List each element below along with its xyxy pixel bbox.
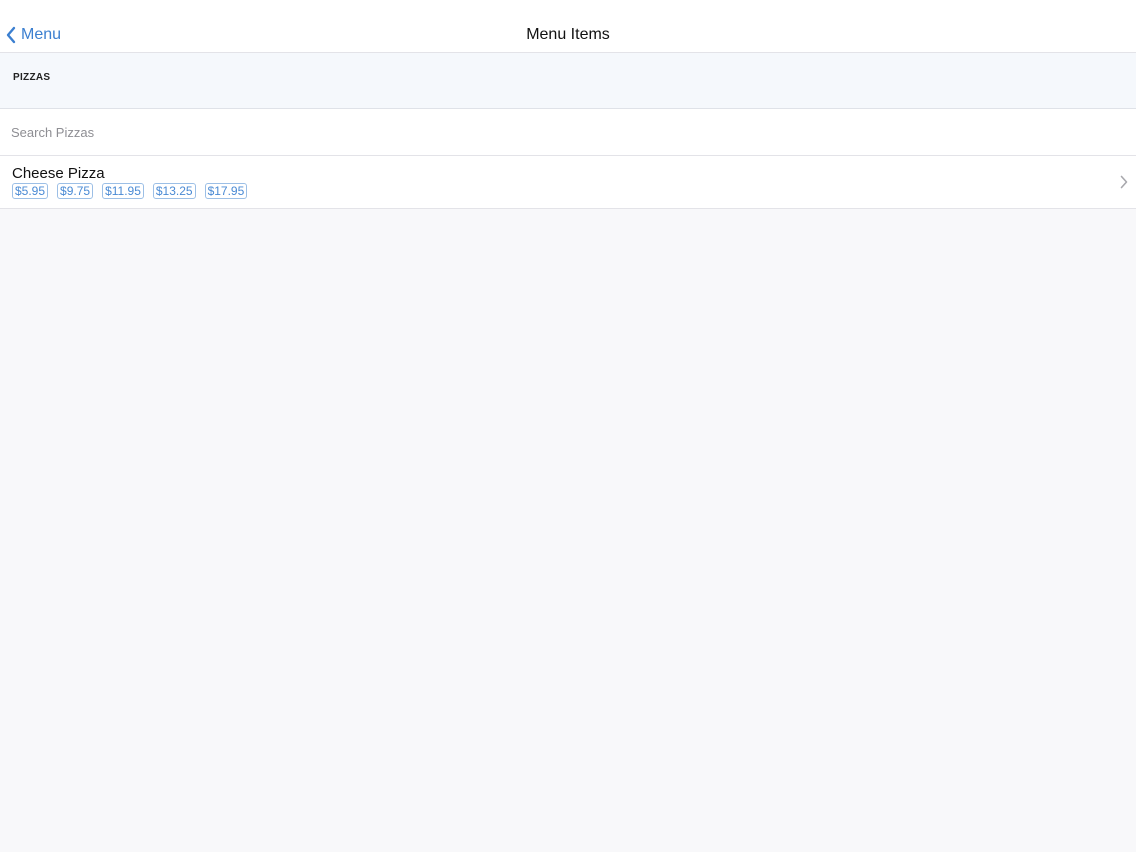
price-badge: $9.75 [57,183,94,199]
section-header: PIZZAS [0,53,1136,109]
section-title: PIZZAS [13,72,51,83]
price-badge: $13.25 [152,183,196,199]
search-bar [0,109,1136,156]
search-input[interactable] [11,119,1111,145]
chevron-right-icon [1120,175,1128,189]
price-badge: $11.95 [102,183,144,199]
price-list: $5.95 $9.75 $11.95 $13.25 $17.95 [12,183,256,199]
list-item-cheese-pizza[interactable]: Cheese Pizza $5.95 $9.75 $11.95 $13.25 $… [0,156,1136,209]
item-name: Cheese Pizza [12,165,105,182]
page-title: Menu Items [526,26,610,43]
navigation-bar: Menu Menu Items [0,0,1136,53]
price-badge: $5.95 [12,183,49,199]
price-badge: $17.95 [204,183,248,199]
